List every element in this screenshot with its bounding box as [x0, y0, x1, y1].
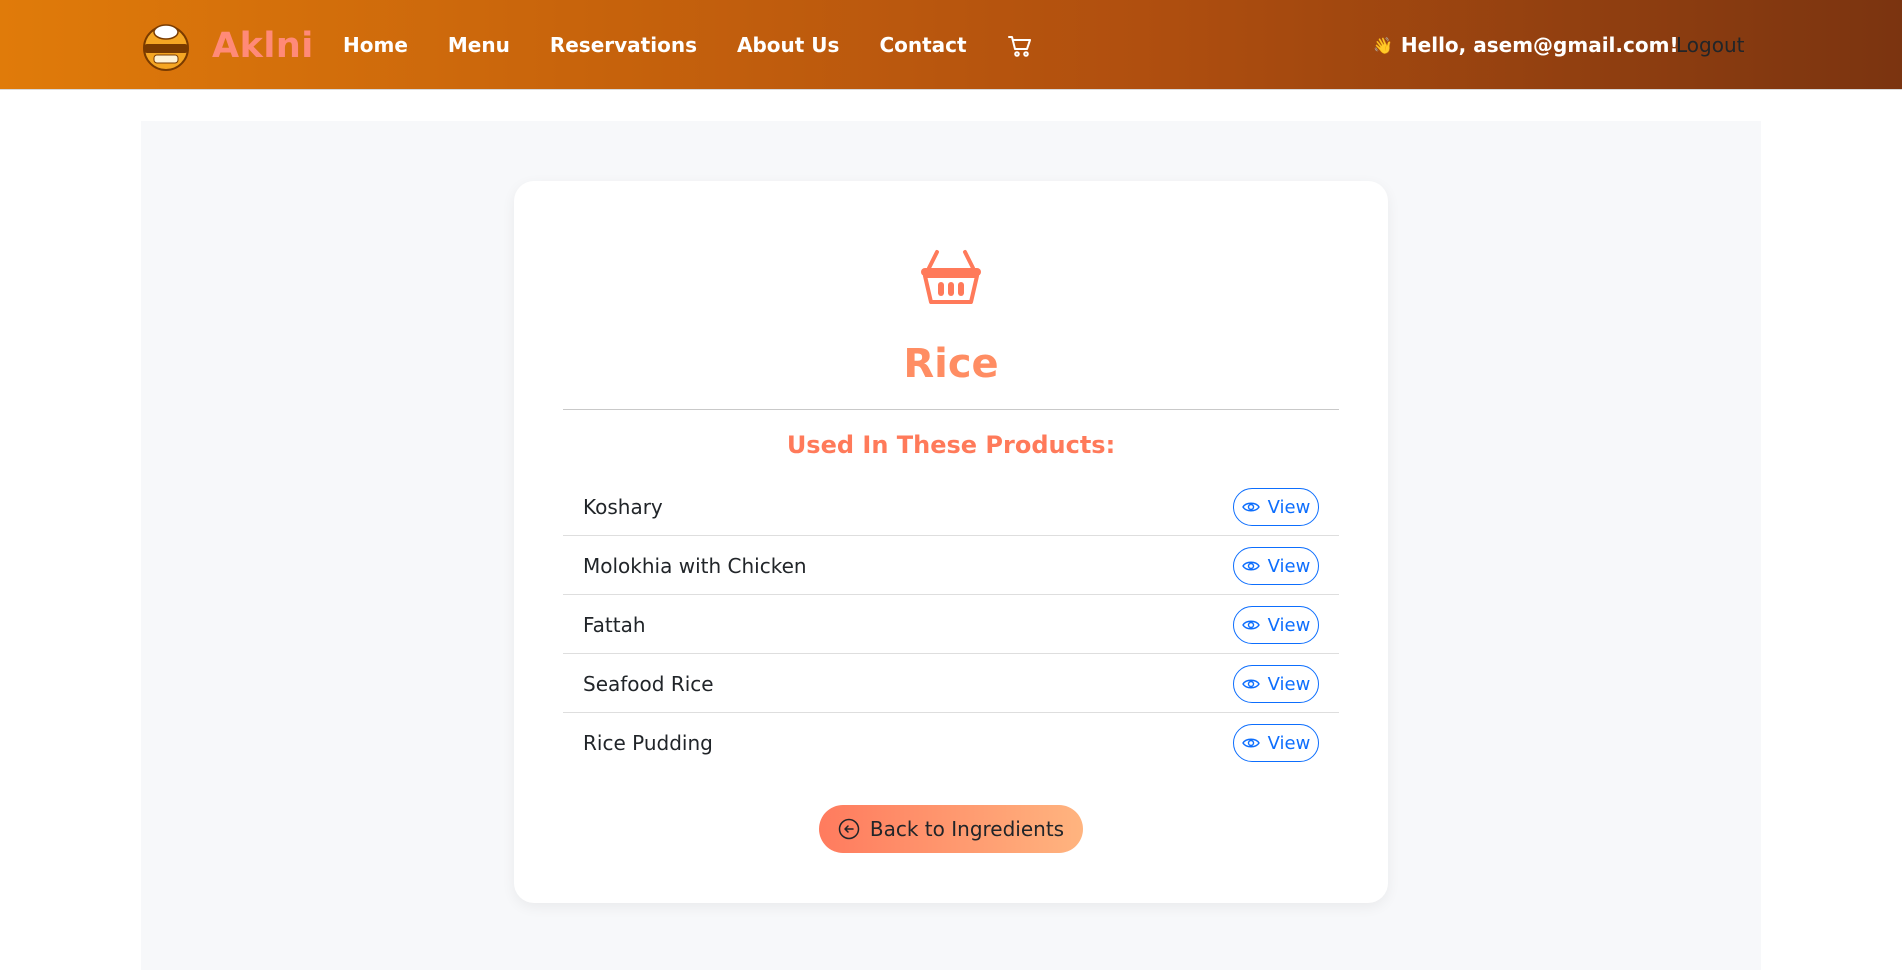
nav-about-us[interactable]: About Us [737, 33, 839, 57]
view-button[interactable]: View [1233, 488, 1319, 526]
product-name: Fattah [583, 613, 646, 637]
view-button[interactable]: View [1233, 606, 1319, 644]
nav-reservations[interactable]: Reservations [550, 33, 697, 57]
view-label: View [1267, 555, 1311, 577]
product-name: Molokhia with Chicken [583, 554, 807, 578]
product-name: Koshary [583, 495, 663, 519]
eye-icon [1241, 502, 1260, 512]
view-button[interactable]: View [1233, 665, 1319, 703]
view-label: View [1267, 673, 1311, 695]
list-item: Seafood Rice View [563, 654, 1339, 713]
view-label: View [1267, 496, 1311, 518]
brand-link[interactable]: Aklni [140, 20, 314, 72]
list-item: Koshary View [563, 477, 1339, 536]
view-button[interactable]: View [1233, 724, 1319, 762]
nav-links: Home Menu Reservations About Us Contact [343, 0, 1033, 90]
cart-icon[interactable] [1007, 33, 1033, 59]
back-to-ingredients-button[interactable]: Back to Ingredients [819, 805, 1083, 853]
top-navbar: Aklni Home Menu Reservations About Us Co… [0, 0, 1902, 90]
view-button[interactable]: View [1233, 547, 1319, 585]
user-greeting: 👋 Hello, asem@gmail.com! [1373, 33, 1679, 57]
nav-home[interactable]: Home [343, 33, 408, 57]
restaurant-logo-icon [140, 20, 192, 72]
back-label: Back to Ingredients [869, 817, 1065, 841]
greeting-text: Hello, asem@gmail.com! [1400, 33, 1679, 57]
product-name: Seafood Rice [583, 672, 714, 696]
basket-icon [919, 248, 983, 306]
logout-button[interactable]: Logout [1676, 33, 1744, 57]
view-label: View [1267, 614, 1311, 636]
eye-icon [1241, 561, 1260, 571]
eye-icon [1241, 738, 1260, 748]
ingredient-title: Rice [903, 341, 999, 387]
eye-icon [1241, 679, 1260, 689]
list-item: Fattah View [563, 595, 1339, 654]
wave-icon: 👋 [1373, 35, 1393, 55]
view-label: View [1267, 732, 1311, 754]
eye-icon [1241, 620, 1260, 630]
list-item: Rice Pudding View [563, 713, 1339, 772]
arrow-left-circle-icon [838, 818, 860, 840]
nav-menu[interactable]: Menu [448, 33, 510, 57]
list-item: Molokhia with Chicken View [563, 536, 1339, 595]
nav-contact[interactable]: Contact [879, 33, 966, 57]
products-list: Koshary View Molokhia with Chicken View … [563, 477, 1339, 772]
product-name: Rice Pudding [583, 731, 713, 755]
ingredient-card: Rice Used In These Products: Koshary Vie… [514, 181, 1388, 903]
divider [563, 409, 1339, 410]
brand-name: Aklni [212, 26, 314, 66]
used-in-heading: Used In These Products: [786, 431, 1116, 459]
